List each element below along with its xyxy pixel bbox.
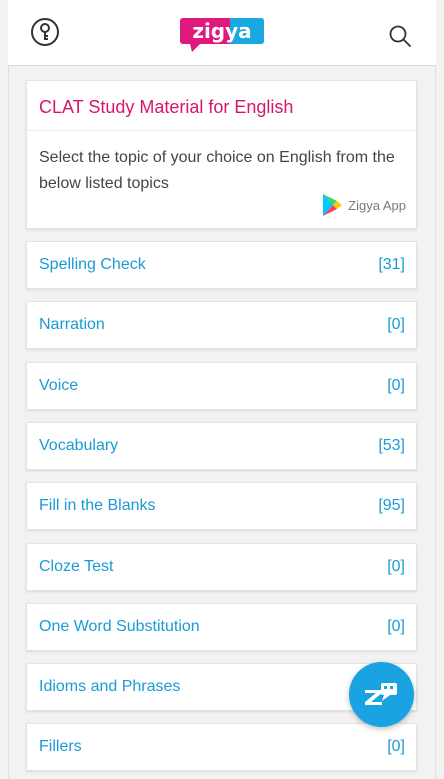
topic-count: [31] <box>378 256 405 273</box>
intro-description: Select the topic of your choice on Engli… <box>39 149 395 192</box>
topic-count: [53] <box>378 437 405 454</box>
topic-name: One Word Substitution <box>39 618 200 635</box>
logo-text: zigya <box>192 19 251 43</box>
topic-count: [0] <box>387 618 405 635</box>
topic-item[interactable]: Fill in the Blanks [95] <box>26 482 417 530</box>
intro-card: CLAT Study Material for English Select t… <box>26 80 417 229</box>
chat-fab-button[interactable] <box>349 662 414 727</box>
topic-name: Spelling Check <box>39 256 146 273</box>
topic-name: Voice <box>39 377 79 394</box>
topic-item[interactable]: Voice [0] <box>26 362 417 410</box>
play-store-icon <box>323 194 343 216</box>
search-icon <box>389 25 411 47</box>
topic-item[interactable]: Narration [0] <box>26 301 417 349</box>
topic-count: [0] <box>387 738 405 755</box>
top-bar: zigya <box>8 0 436 66</box>
intro-divider <box>27 130 416 131</box>
topic-name: Vocabulary <box>39 437 119 454</box>
zigya-app-link[interactable]: Zigya App <box>322 193 406 217</box>
zigya-chat-icon <box>364 682 397 705</box>
key-icon <box>31 18 59 46</box>
zigya-logo[interactable]: zigya <box>180 14 264 54</box>
search-button[interactable] <box>388 24 412 48</box>
topic-item[interactable]: One Word Substitution [0] <box>26 603 417 651</box>
topic-item[interactable]: Cloze Test [0] <box>26 543 417 591</box>
topic-count: [0] <box>387 558 405 575</box>
key-button[interactable] <box>30 17 60 47</box>
topic-count: [0] <box>387 316 405 333</box>
page-title: CLAT Study Material for English <box>39 97 294 117</box>
topic-count: [0] <box>387 377 405 394</box>
topic-count: [95] <box>378 497 405 514</box>
topic-item[interactable]: Vocabulary [53] <box>26 422 417 470</box>
topic-item[interactable]: Fillers [0] <box>26 723 417 771</box>
topic-name: Narration <box>39 316 105 333</box>
topic-name: Fill in the Blanks <box>39 497 156 514</box>
topic-name: Cloze Test <box>39 558 114 575</box>
app-label: Zigya App <box>348 197 406 213</box>
topic-name: Fillers <box>39 738 82 755</box>
topic-name: Idioms and Phrases <box>39 678 181 695</box>
topic-item[interactable]: Spelling Check [31] <box>26 241 417 289</box>
